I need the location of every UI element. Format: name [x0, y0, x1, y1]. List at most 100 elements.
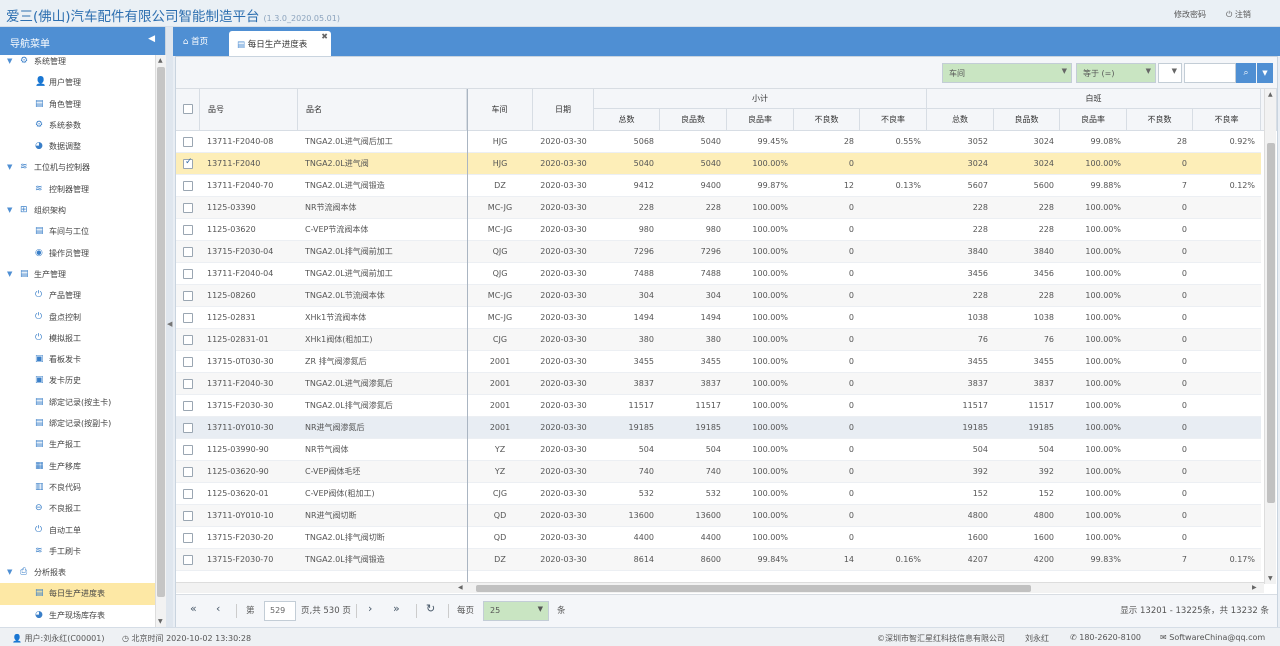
- row-checkbox[interactable]: [183, 157, 193, 169]
- filter-extra-select[interactable]: ▼: [1158, 63, 1182, 83]
- table-row[interactable]: 1125-03620 C-VEP节流阀本体 MC-JG 2020-03-30 980 98…: [176, 219, 1261, 241]
- scroll-up-icon[interactable]: ▲: [1268, 91, 1273, 98]
- col-header-good[interactable]: 良品数: [994, 109, 1060, 131]
- sidebar-item[interactable]: ◉ 操作员管理: [0, 243, 155, 264]
- sidebar-item[interactable]: ⏻ 盘点控制: [0, 307, 155, 328]
- table-row[interactable]: 13711-F2040-30 TNGA2.0L进气阀渗氮后 2001 2020-03-…: [176, 373, 1261, 395]
- table-row[interactable]: 13711-F2040-70 TNGA2.0L进气阀锻造 DZ 2020-03-30 9…: [176, 175, 1261, 197]
- scroll-down-icon[interactable]: ▼: [158, 618, 163, 625]
- sidebar-item[interactable]: ▣ 发卡历史: [0, 370, 155, 391]
- splitter-arrow-icon[interactable]: ◀: [167, 320, 172, 328]
- col-header-bad-rate[interactable]: 不良率: [1193, 109, 1261, 131]
- col-header-workshop[interactable]: 车间: [467, 89, 533, 131]
- sidebar-item[interactable]: ▤ 角色管理: [0, 94, 155, 115]
- sidebar-item[interactable]: ▤ 每日生产进度表: [0, 583, 155, 605]
- table-row[interactable]: 13711-F2040-08 TNGA2.0L进气阀后加工 HJG 2020-03-3…: [176, 131, 1261, 153]
- row-checkbox[interactable]: [183, 489, 193, 499]
- next-page-button[interactable]: ›: [368, 602, 372, 615]
- sidebar-group[interactable]: ▼ ⎙ 分析报表: [0, 562, 155, 583]
- search-button[interactable]: ⌕: [1236, 63, 1256, 83]
- row-checkbox[interactable]: [183, 181, 193, 191]
- sidebar-item[interactable]: ≋ 控制器管理: [0, 179, 155, 200]
- per-page-select[interactable]: 25 ▼: [483, 601, 549, 621]
- sidebar-group[interactable]: ▼ ≋ 工位机与控制器: [0, 157, 155, 178]
- refresh-icon[interactable]: ↻: [426, 602, 435, 615]
- sidebar-item[interactable]: ▤ 车间与工位: [0, 221, 155, 242]
- scroll-down-icon[interactable]: ▼: [1268, 575, 1273, 582]
- col-header-product-no[interactable]: 品号: [200, 89, 298, 131]
- sidebar-item[interactable]: 👤 用户管理: [0, 72, 155, 93]
- change-password-link[interactable]: 修改密码: [1174, 9, 1206, 20]
- expand-arrow-icon[interactable]: ▼: [7, 264, 12, 285]
- expand-arrow-icon[interactable]: ▼: [7, 562, 12, 583]
- table-row[interactable]: 13715-0T030-30 ZR 排气阀渗氮后 2001 2020-03-30 345…: [176, 351, 1261, 373]
- scroll-up-icon[interactable]: ▲: [158, 57, 163, 64]
- sidebar-item[interactable]: ⚙ 系统参数: [0, 115, 155, 136]
- col-group-day-shift[interactable]: 白班: [927, 89, 1261, 109]
- col-group-subtotal[interactable]: 小计: [594, 89, 927, 109]
- sidebar-item[interactable]: ◕ 生产现场库存表: [0, 605, 155, 626]
- sidebar-group[interactable]: ▼ ⊞ 组织架构: [0, 200, 155, 221]
- row-checkbox[interactable]: [183, 467, 193, 477]
- tab-daily-progress[interactable]: ▤ 每日生产进度表 ✖: [229, 31, 331, 56]
- table-row[interactable]: 13711-0Y010-10 NR进气阀切断 QD 2020-03-30 13600 13…: [176, 505, 1261, 527]
- expand-arrow-icon[interactable]: ▼: [7, 51, 12, 72]
- table-row[interactable]: 1125-08260 TNGA2.0L节流阀本体 MC-JG 2020-03-30 30…: [176, 285, 1261, 307]
- sidebar-item[interactable]: ⊖ 不良报工: [0, 498, 155, 519]
- table-row[interactable]: 13715-F2030-20 TNGA2.0L排气阀切断 QD 2020-03-30 4…: [176, 527, 1261, 549]
- col-header-bad[interactable]: 不良数: [794, 109, 860, 131]
- scroll-left-icon[interactable]: ◀: [458, 584, 463, 591]
- select-all-checkbox[interactable]: [183, 104, 193, 114]
- sidebar-group[interactable]: ▼ ▤ 生产管理: [0, 264, 155, 285]
- prev-page-button[interactable]: ‹: [216, 602, 220, 615]
- table-row[interactable]: 13711-0Y010-30 NR进气阀渗氮后 2001 2020-03-30 1918…: [176, 417, 1261, 439]
- col-header-bad[interactable]: 不良数: [1127, 109, 1193, 131]
- grid-horizontal-scrollbar[interactable]: ◀ ▶: [176, 582, 1264, 593]
- last-page-button[interactable]: »: [393, 602, 400, 615]
- sidebar-item[interactable]: ⏻ 自动工单: [0, 520, 155, 541]
- col-header-total[interactable]: 总数: [927, 109, 994, 131]
- sidebar-item[interactable]: ≋ 手工刷卡: [0, 541, 155, 562]
- collapse-sidebar-icon[interactable]: ◀: [148, 34, 155, 44]
- col-header-bad-rate[interactable]: 不良率: [860, 109, 927, 131]
- col-header-good-rate[interactable]: 良品率: [727, 109, 794, 131]
- row-checkbox[interactable]: [183, 335, 193, 345]
- filter-field-select[interactable]: 车间 ▼: [942, 63, 1072, 83]
- row-checkbox[interactable]: [183, 555, 193, 565]
- grid-vertical-thumb[interactable]: [1267, 143, 1275, 503]
- logout-link[interactable]: ⏻ 注销: [1226, 9, 1251, 20]
- sidebar-item[interactable]: ▣ 看板发卡: [0, 349, 155, 370]
- table-row[interactable]: 1125-02831-01 XHk1阀体(粗加工) CJG 2020-03-30 380…: [176, 329, 1261, 351]
- sidebar-scrollbar[interactable]: ▲ ▼: [155, 55, 166, 627]
- tab-home[interactable]: ⌂ 首页: [183, 35, 208, 47]
- table-row[interactable]: 13715-F2030-70 TNGA2.0L排气阀锻造 DZ 2020-03-30 8…: [176, 549, 1261, 571]
- col-header-product-name[interactable]: 品名: [298, 89, 467, 131]
- grid-horizontal-thumb[interactable]: [476, 585, 1031, 592]
- sidebar-item[interactable]: ▦ 生产移库: [0, 456, 155, 477]
- first-page-button[interactable]: «: [190, 602, 197, 615]
- row-checkbox[interactable]: [183, 357, 193, 367]
- sidebar-splitter[interactable]: ◀: [166, 27, 173, 627]
- table-row[interactable]: 13715-F2030-30 TNGA2.0L排气阀渗氮后 2001 2020-03-…: [176, 395, 1261, 417]
- row-checkbox[interactable]: [183, 313, 193, 323]
- sidebar-item[interactable]: ▤ 生产报工: [0, 434, 155, 455]
- col-header-good[interactable]: 良品数: [660, 109, 727, 131]
- row-checkbox[interactable]: [183, 137, 193, 147]
- row-checkbox[interactable]: [183, 269, 193, 279]
- row-checkbox[interactable]: [183, 203, 193, 213]
- row-checkbox[interactable]: [183, 401, 193, 411]
- table-row[interactable]: 1125-03990-90 NR节气阀体 YZ 2020-03-30 504 504 100…: [176, 439, 1261, 461]
- sidebar-item[interactable]: ⏻ 产品管理: [0, 285, 155, 306]
- filter-value-input[interactable]: [1184, 63, 1236, 83]
- table-row[interactable]: 1125-03620-01 C-VEP阀体(粗加工) CJG 2020-03-30 53…: [176, 483, 1261, 505]
- search-options-button[interactable]: ▼: [1257, 63, 1273, 83]
- sidebar-item[interactable]: ◕ 数据调整: [0, 136, 155, 157]
- row-checkbox[interactable]: [183, 445, 193, 455]
- row-checkbox[interactable]: [183, 533, 193, 543]
- grid-vertical-scrollbar[interactable]: ▲ ▼: [1264, 89, 1276, 584]
- close-icon[interactable]: ✖: [321, 32, 328, 41]
- row-checkbox[interactable]: [183, 225, 193, 235]
- expand-arrow-icon[interactable]: ▼: [7, 200, 12, 221]
- table-row[interactable]: 1125-03620-90 C-VEP阀体毛坯 YZ 2020-03-30 740 740…: [176, 461, 1261, 483]
- row-checkbox[interactable]: [183, 291, 193, 301]
